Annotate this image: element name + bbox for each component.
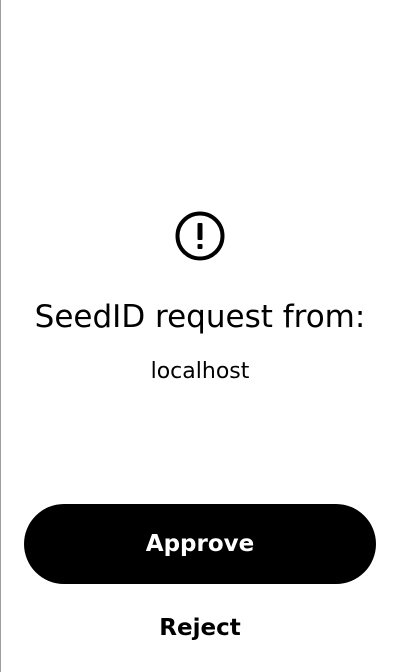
alert-circle-icon — [175, 211, 225, 261]
approve-button[interactable]: Approve — [24, 504, 376, 584]
reject-button[interactable]: Reject — [100, 608, 300, 648]
request-origin: localhost — [150, 359, 250, 384]
request-title: SeedID request from: — [34, 299, 366, 335]
